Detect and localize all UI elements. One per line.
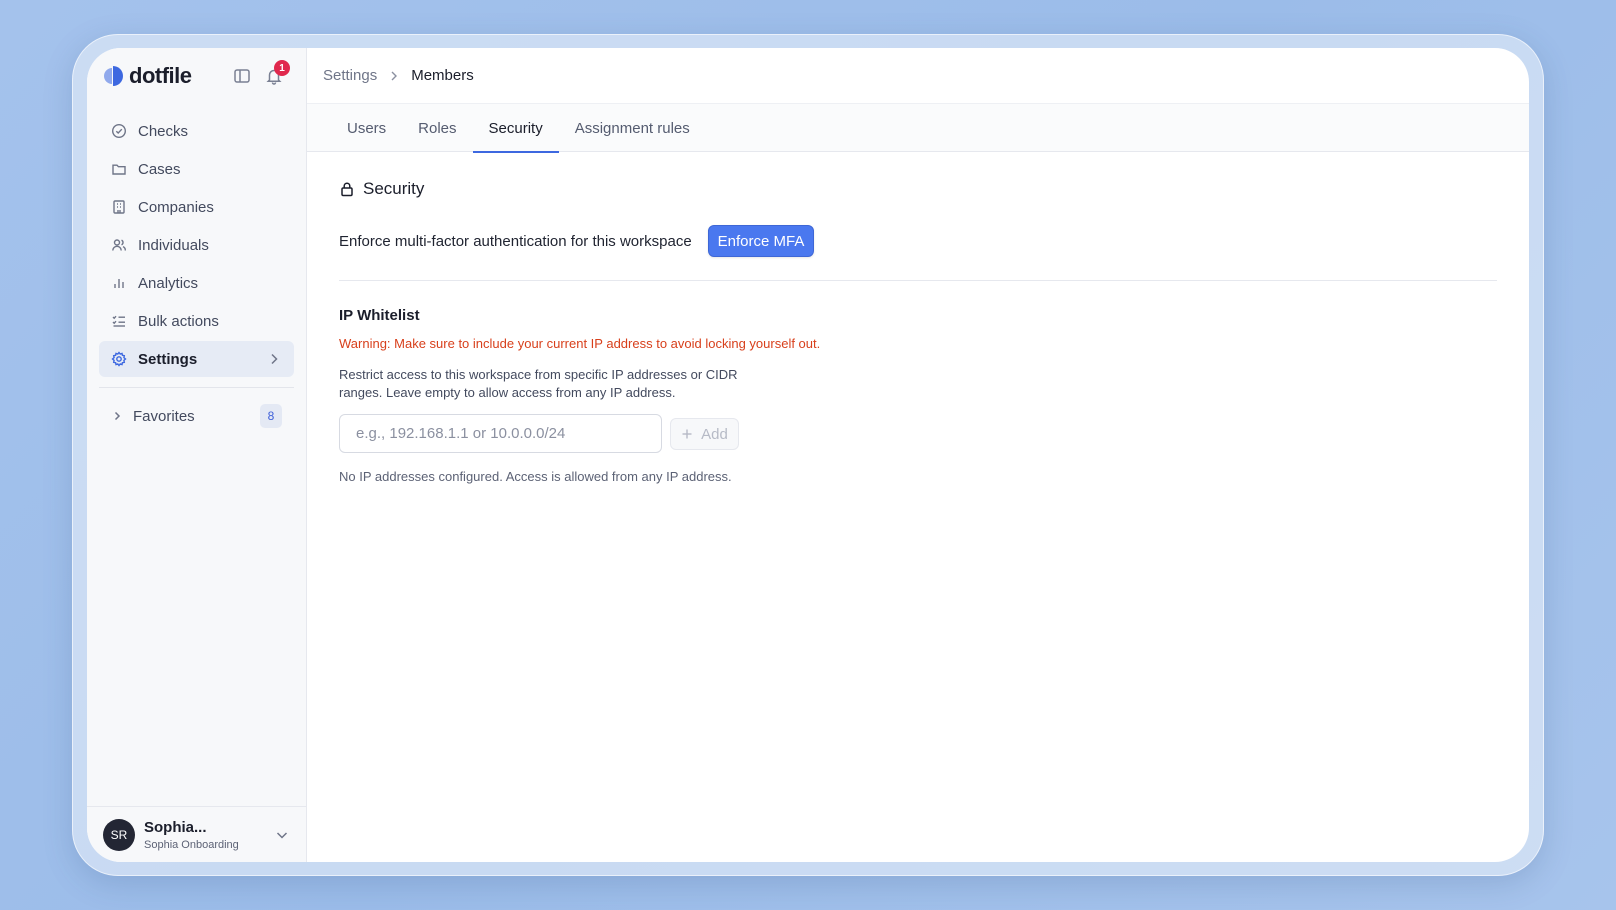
sidebar-item-label: Analytics [138, 274, 199, 292]
plus-icon [682, 429, 692, 439]
sidebar-item-label: Checks [138, 122, 189, 140]
user-name: Sophia... [144, 818, 207, 836]
sidebar-item-settings[interactable]: Settings [99, 341, 294, 377]
users-icon [112, 239, 126, 251]
sidebar-item-checks[interactable]: Checks [99, 113, 294, 149]
sidebar-item-label: Companies [138, 198, 214, 216]
ip-empty-note: No IP addresses configured. Access is al… [339, 469, 732, 484]
favorites-count-badge: 8 [260, 404, 282, 428]
mfa-description: Enforce multi-factor authentication for … [339, 232, 692, 250]
add-button-label: Add [701, 425, 728, 443]
avatar: SR [103, 818, 135, 851]
ip-whitelist-description: Restrict access to this workspace from s… [339, 367, 738, 400]
ip-whitelist-warning: Warning: Make sure to include your curre… [339, 336, 821, 351]
sidebar-divider [99, 387, 294, 388]
favorites-label: Favorites [133, 407, 195, 425]
logo[interactable]: dotfile [103, 63, 192, 89]
logo-mark-icon [104, 66, 123, 86]
building-icon [113, 200, 125, 214]
user-info: Sophia... Sophia Onboarding [144, 819, 239, 851]
chevron-right-icon [391, 71, 398, 80]
sidebar-item-label: Settings [138, 350, 198, 368]
sidebar-toggle-icon[interactable] [233, 67, 251, 85]
check-circle-icon [111, 123, 127, 139]
main-panel: Settings Members Users Roles Security As… [307, 48, 1529, 862]
user-menu[interactable]: SR Sophia... Sophia Onboarding [87, 806, 306, 862]
add-ip-button[interactable]: Add [670, 418, 739, 450]
security-content: Security Enforce multi-factor authentica… [307, 179, 1529, 484]
tab-security[interactable]: Security [472, 104, 559, 153]
breadcrumb: Settings Members [307, 48, 1529, 104]
mfa-row: Enforce multi-factor authentication for … [339, 225, 1497, 257]
bar-chart-icon [114, 279, 124, 288]
sidebar-item-label: Bulk actions [138, 312, 219, 330]
section-divider [339, 280, 1497, 281]
app-window: dotfile 1 Checks Cases Companies Individ… [87, 48, 1529, 862]
sidebar-item-individuals[interactable]: Individuals [99, 227, 294, 263]
ip-input-row: Add [339, 414, 1497, 453]
sidebar: dotfile 1 Checks Cases Companies Individ… [87, 48, 307, 862]
sidebar-item-cases[interactable]: Cases [99, 151, 294, 187]
breadcrumb-settings[interactable]: Settings [323, 67, 377, 84]
chevron-down-icon [276, 831, 288, 839]
ip-whitelist-title: IP Whitelist [339, 307, 420, 324]
favorites-toggle[interactable]: Favorites 8 [87, 398, 306, 434]
breadcrumb-members: Members [411, 67, 474, 84]
sidebar-item-label: Individuals [138, 236, 209, 254]
gear-icon [111, 351, 127, 367]
section-title-text: Security [363, 179, 425, 198]
notification-badge: 1 [274, 60, 290, 76]
sidebar-item-label: Cases [138, 160, 181, 178]
sidebar-header: dotfile 1 [87, 48, 306, 104]
chevron-right-icon [114, 411, 121, 421]
list-checks-icon [112, 315, 125, 327]
user-org: Sophia Onboarding [144, 838, 239, 851]
section-title: Security [339, 179, 1497, 199]
tab-assignment-rules[interactable]: Assignment rules [559, 104, 706, 152]
chevron-right-icon [271, 353, 278, 365]
ip-address-input[interactable] [339, 414, 662, 453]
sidebar-nav: Checks Cases Companies Individuals Analy… [87, 113, 306, 377]
sidebar-item-analytics[interactable]: Analytics [99, 265, 294, 301]
enforce-mfa-button[interactable]: Enforce MFA [707, 225, 815, 257]
tab-users[interactable]: Users [331, 104, 402, 152]
tab-bar: Users Roles Security Assignment rules [307, 104, 1529, 153]
sidebar-item-companies[interactable]: Companies [99, 189, 294, 225]
logo-text: dotfile [129, 63, 192, 88]
tab-roles[interactable]: Roles [402, 104, 472, 152]
folder-icon [112, 164, 126, 175]
sidebar-item-bulk-actions[interactable]: Bulk actions [99, 303, 294, 339]
lock-icon [341, 182, 353, 197]
